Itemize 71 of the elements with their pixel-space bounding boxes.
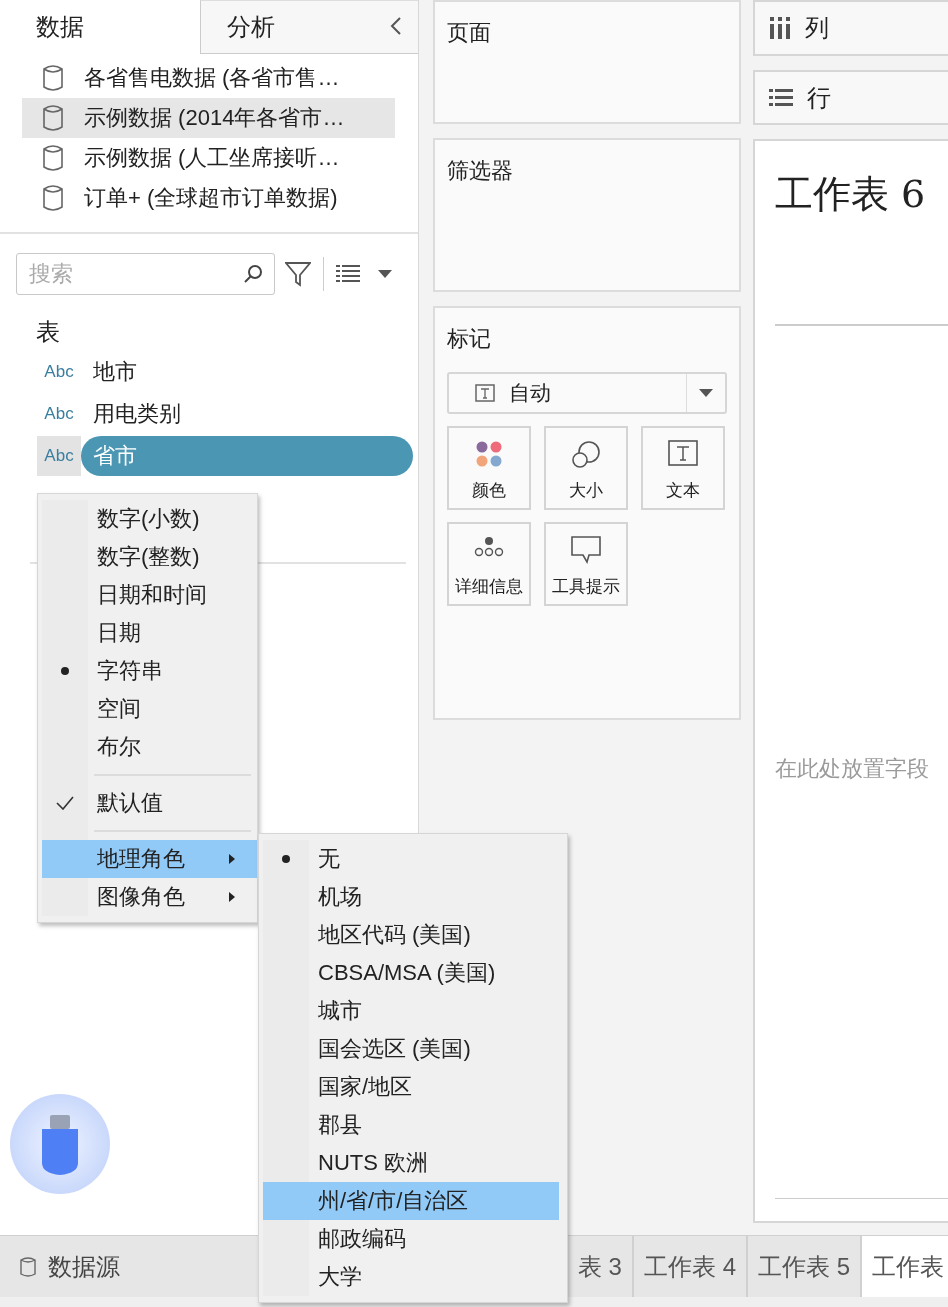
submenu-arrow-icon (229, 854, 235, 864)
menu-item[interactable]: 郡县 (263, 1106, 559, 1144)
menu-item[interactable]: 地区代码 (美国) (263, 916, 559, 954)
section-heading: 表 (36, 317, 61, 347)
menu-item[interactable]: 日期 (42, 614, 257, 652)
database-icon (42, 103, 64, 133)
card-title: 标记 (447, 325, 491, 353)
menu-item[interactable]: 数字(小数) (42, 500, 257, 538)
string-type-label: Abc (43, 403, 75, 425)
color-dots-icon (475, 440, 503, 468)
field-item[interactable]: 用电类别 (81, 394, 413, 434)
card-title: 筛选器 (447, 157, 513, 185)
menu-item[interactable]: 机场 (263, 878, 559, 916)
menu-item[interactable]: 空间 (42, 690, 257, 728)
database-icon (42, 183, 64, 213)
speech-bubble-icon (571, 536, 601, 564)
list-view-icon[interactable] (336, 265, 360, 283)
menu-item[interactable]: 城市 (263, 992, 559, 1030)
menu-item[interactable]: 国家/地区 (263, 1068, 559, 1106)
mark-property-button[interactable]: 工具提示 (544, 522, 628, 606)
collapse-icon[interactable] (390, 16, 402, 36)
text-mark-icon (668, 440, 698, 466)
field-item[interactable]: 地市 (81, 352, 413, 392)
menu-item[interactable]: 图像角色 (42, 878, 257, 916)
menu-item[interactable]: 国会选区 (美国) (263, 1030, 559, 1068)
menu-item[interactable]: 无 (263, 840, 559, 878)
usb-drive-icon[interactable] (9, 1093, 111, 1195)
data-source-item[interactable]: 示例数据 (2014年各省市… (22, 98, 395, 138)
menu-item[interactable]: NUTS 欧洲 (263, 1144, 559, 1182)
mark-property-button[interactable]: 详细信息 (447, 522, 531, 606)
string-type-label: Abc (43, 361, 75, 383)
database-icon (20, 1255, 36, 1278)
search-field[interactable]: 搜索 (16, 253, 275, 295)
caret-icon (699, 389, 713, 397)
card-title: 页面 (447, 19, 491, 47)
mark-property-button[interactable]: 大小 (544, 426, 628, 510)
sheet-tab[interactable]: 工作表 (860, 1236, 948, 1297)
database-icon (42, 143, 64, 173)
detail-dots-icon (473, 536, 505, 558)
menu-item[interactable]: CBSA/MSA (美国) (263, 954, 559, 992)
menu-item[interactable]: 州/省/市/自治区 (263, 1182, 559, 1220)
text-mark-icon (475, 384, 495, 402)
columns-shelf[interactable]: 列 (753, 0, 948, 56)
rows-icon (769, 88, 793, 107)
menu-item[interactable]: 布尔 (42, 728, 257, 766)
submenu-arrow-icon (229, 892, 235, 902)
string-type-label: Abc (37, 436, 81, 476)
mark-type-dropdown[interactable]: 自动 (447, 372, 727, 414)
menu-item[interactable]: 日期和时间 (42, 576, 257, 614)
mark-property-button[interactable]: 文本 (641, 426, 725, 510)
mark-property-button[interactable]: 颜色 (447, 426, 531, 510)
data-source-item[interactable]: 各省售电数据 (各省市售… (22, 58, 395, 98)
data-source-item[interactable]: 示例数据 (人工坐席接听… (22, 138, 395, 178)
menu-item[interactable]: 默认值 (42, 784, 257, 822)
circles-icon (571, 440, 601, 470)
menu-item[interactable]: 地理角色 (42, 840, 257, 878)
search-icon (243, 264, 263, 284)
menu-item[interactable]: 大学 (263, 1258, 559, 1296)
data-source-item[interactable]: 订单+ (全球超市订单数据) (22, 178, 395, 218)
menu-item[interactable]: 邮政编码 (263, 1220, 559, 1258)
menu-item[interactable]: 数字(整数) (42, 538, 257, 576)
caret-icon[interactable] (378, 270, 392, 278)
worksheet-title: 工作表 6 (775, 171, 926, 218)
filter-icon[interactable] (285, 261, 311, 287)
data-source-tab[interactable]: 数据源 (0, 1236, 120, 1297)
rows-shelf[interactable]: 行 (753, 70, 948, 125)
columns-icon (769, 17, 791, 39)
menu-item[interactable]: 字符串 (42, 652, 257, 690)
pane-tab[interactable]: 分析 (200, 0, 418, 54)
drop-hint: 在此处放置字段 (775, 755, 929, 783)
database-icon (42, 63, 64, 93)
